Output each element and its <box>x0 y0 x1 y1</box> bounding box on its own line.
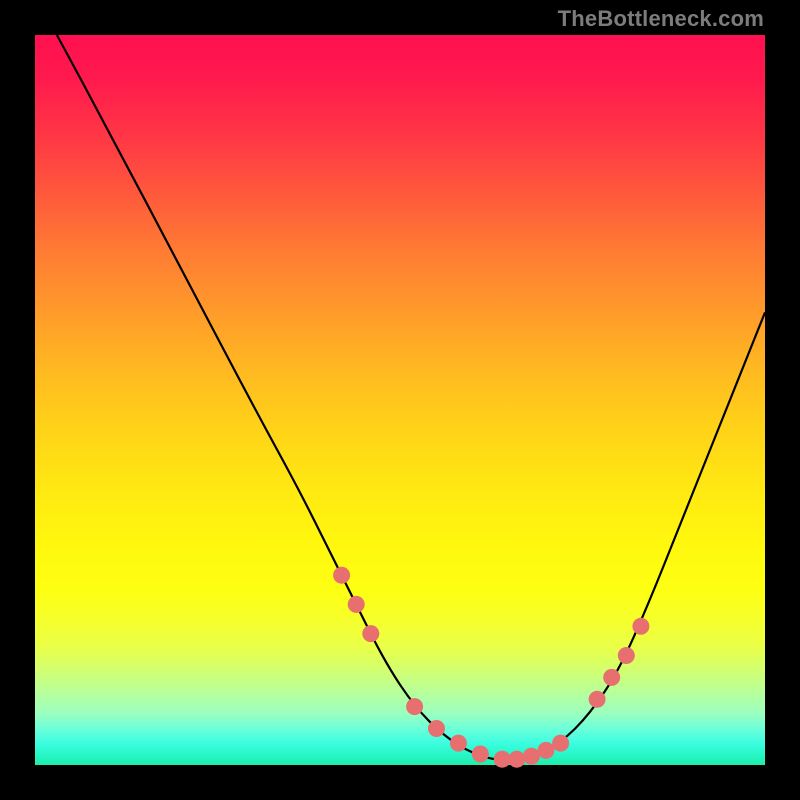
bottleneck-curve <box>57 35 765 760</box>
data-marker <box>406 698 423 715</box>
data-marker <box>508 751 525 768</box>
data-marker <box>538 742 555 759</box>
data-marker <box>362 625 379 642</box>
data-marker <box>523 748 540 765</box>
data-marker <box>333 567 350 584</box>
data-marker <box>472 746 489 763</box>
data-marker <box>428 720 445 737</box>
data-marker <box>618 647 635 664</box>
data-marker <box>632 618 649 635</box>
watermark-text: TheBottleneck.com <box>558 6 764 32</box>
data-marker <box>603 669 620 686</box>
data-marker <box>494 751 511 768</box>
marker-group <box>333 567 649 768</box>
chart-svg <box>35 35 765 765</box>
chart-frame: TheBottleneck.com <box>0 0 800 800</box>
data-marker <box>589 691 606 708</box>
data-marker <box>450 735 467 752</box>
data-marker <box>348 596 365 613</box>
data-marker <box>552 735 569 752</box>
